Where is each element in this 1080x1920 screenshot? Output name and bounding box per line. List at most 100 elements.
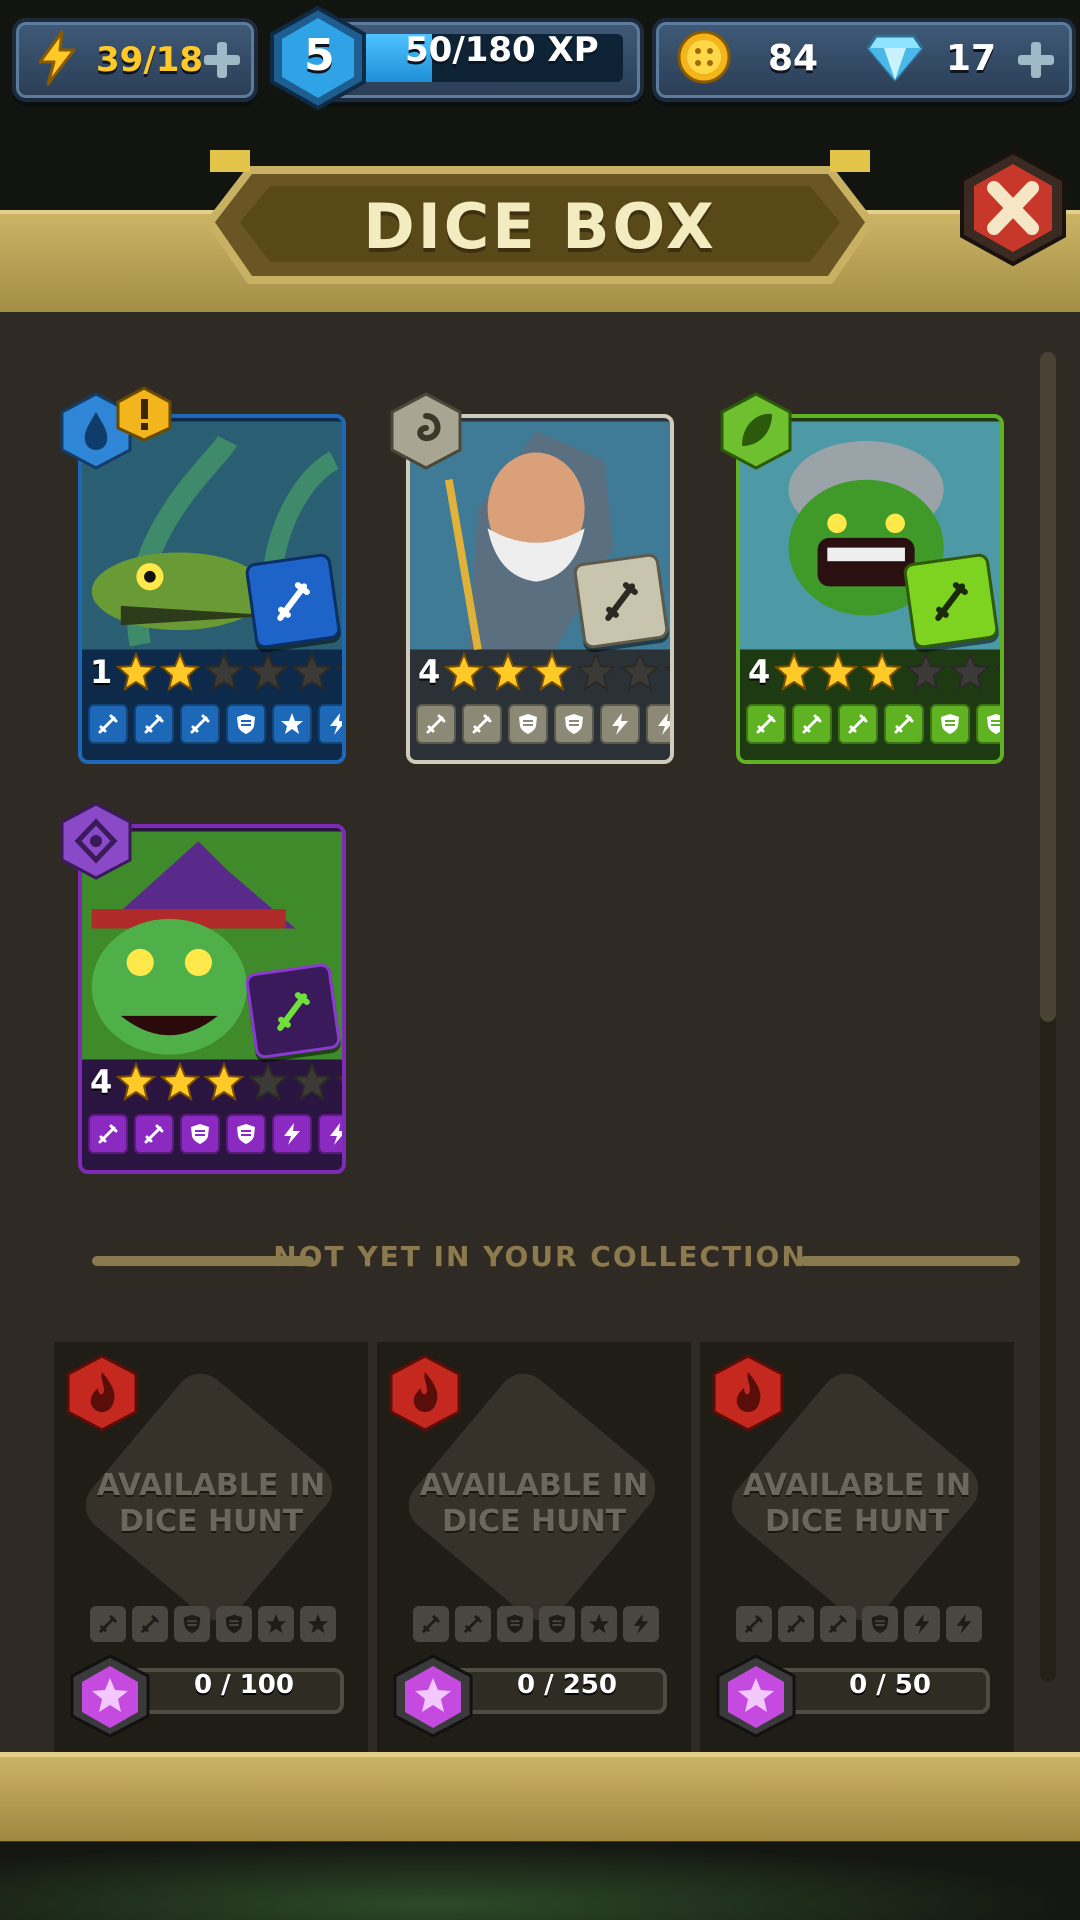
sword-face-icon bbox=[132, 1606, 168, 1642]
sword-face-icon bbox=[838, 704, 878, 744]
star-filled-icon bbox=[532, 652, 572, 692]
sword-face-icon bbox=[884, 704, 924, 744]
star-face-icon bbox=[272, 704, 312, 744]
shield-face-icon bbox=[226, 1114, 266, 1154]
air-element-icon bbox=[390, 392, 462, 470]
star-empty-icon bbox=[950, 652, 990, 692]
shield-face-icon bbox=[226, 704, 266, 744]
dice-level: 4 bbox=[748, 653, 771, 691]
level-number: 5 bbox=[304, 30, 335, 81]
close-button[interactable] bbox=[958, 150, 1068, 266]
sword-face-icon bbox=[455, 1606, 491, 1642]
fire-element-icon bbox=[712, 1354, 784, 1432]
gem-icon bbox=[866, 34, 924, 82]
arcane-element-icon bbox=[60, 802, 132, 880]
energy-value: 39/18 bbox=[96, 40, 204, 80]
star-empty-icon bbox=[248, 1062, 288, 1102]
bolt-face-icon bbox=[272, 1114, 312, 1154]
fire-element-icon bbox=[66, 1354, 138, 1432]
dice-faces bbox=[736, 1606, 982, 1642]
star-face-icon bbox=[258, 1606, 294, 1642]
shield-face-icon bbox=[930, 704, 970, 744]
dice-icon bbox=[902, 552, 1000, 650]
star-filled-icon bbox=[204, 1062, 244, 1102]
bolt-face-icon bbox=[600, 704, 640, 744]
not-in-collection-heading: NOT YET IN YOUR COLLECTION bbox=[273, 1240, 807, 1273]
bolt-face-icon bbox=[946, 1606, 982, 1642]
bolt-face-icon bbox=[646, 704, 670, 744]
xp-value: 50/180 XP bbox=[405, 30, 599, 70]
star-filled-icon bbox=[488, 652, 528, 692]
sword-face-icon bbox=[778, 1606, 814, 1642]
shard-count: 0 / 50 bbox=[849, 1670, 931, 1700]
star-empty-icon bbox=[204, 652, 244, 692]
locked-dice-card[interactable]: AVAILABLE IN DICE HUNT 0 / 50 bbox=[700, 1342, 1014, 1752]
star-empty-icon bbox=[248, 652, 288, 692]
add-energy-icon[interactable] bbox=[202, 40, 242, 80]
bolt-face-icon bbox=[623, 1606, 659, 1642]
shield-face-icon bbox=[508, 704, 548, 744]
star-empty-icon bbox=[906, 652, 946, 692]
shard-gem-icon bbox=[70, 1654, 150, 1738]
dice-icon bbox=[244, 962, 342, 1060]
dice-icon bbox=[572, 552, 670, 650]
dice-icon bbox=[244, 552, 342, 650]
star-empty-icon bbox=[292, 652, 332, 692]
shield-face-icon bbox=[216, 1606, 252, 1642]
footer-background bbox=[0, 1842, 1080, 1920]
locked-dice-card[interactable]: AVAILABLE IN DICE HUNT 0 / 250 bbox=[377, 1342, 691, 1752]
sword-face-icon bbox=[820, 1606, 856, 1642]
scrollbar-thumb[interactable] bbox=[1040, 352, 1056, 1022]
locked-dice-card[interactable]: AVAILABLE IN DICE HUNT 0 / 100 bbox=[54, 1342, 368, 1752]
shield-face-icon bbox=[554, 704, 594, 744]
shield-face-icon bbox=[174, 1606, 210, 1642]
dice-faces bbox=[88, 1114, 342, 1154]
star-filled-icon bbox=[444, 652, 484, 692]
dice-level: 4 bbox=[90, 1063, 113, 1101]
currency-pill[interactable]: 84 17 bbox=[652, 18, 1076, 102]
star-empty-icon bbox=[994, 665, 1000, 672]
sword-face-icon bbox=[462, 704, 502, 744]
shard-gem-icon bbox=[716, 1654, 796, 1738]
lightning-icon bbox=[38, 30, 76, 86]
locked-dice-label: AVAILABLE IN DICE HUNT bbox=[96, 1468, 326, 1539]
shield-face-icon bbox=[976, 704, 1000, 744]
dice-level: 4 bbox=[418, 653, 441, 691]
star-filled-icon bbox=[116, 1062, 156, 1102]
locked-dice-label: AVAILABLE IN DICE HUNT bbox=[742, 1468, 972, 1539]
locked-dice-label: AVAILABLE IN DICE HUNT bbox=[419, 1468, 649, 1539]
coins-value: 84 bbox=[768, 38, 819, 79]
sword-face-icon bbox=[736, 1606, 772, 1642]
shard-count: 0 / 100 bbox=[194, 1670, 294, 1700]
star-empty-icon bbox=[336, 1075, 342, 1082]
star-filled-icon bbox=[818, 652, 858, 692]
add-gems-icon[interactable] bbox=[1016, 40, 1056, 80]
coin-icon bbox=[677, 30, 731, 84]
star-filled-icon bbox=[862, 652, 902, 692]
sword-face-icon bbox=[134, 1114, 174, 1154]
star-filled-icon bbox=[160, 652, 200, 692]
sword-face-icon bbox=[413, 1606, 449, 1642]
star-empty-icon bbox=[336, 665, 342, 672]
sword-face-icon bbox=[746, 704, 786, 744]
star-empty-icon bbox=[664, 665, 670, 672]
bolt-face-icon bbox=[318, 1114, 342, 1154]
star-face-icon bbox=[300, 1606, 336, 1642]
dice-level-stars: 1 bbox=[90, 650, 342, 694]
dice-faces bbox=[416, 704, 670, 744]
star-filled-icon bbox=[774, 652, 814, 692]
shield-face-icon bbox=[862, 1606, 898, 1642]
footer-plank bbox=[0, 1752, 1080, 1847]
shield-face-icon bbox=[180, 1114, 220, 1154]
energy-pill[interactable]: 39/18 bbox=[12, 18, 258, 102]
sword-face-icon bbox=[792, 704, 832, 744]
sword-face-icon bbox=[416, 704, 456, 744]
dice-level-stars: 4 bbox=[748, 650, 1000, 694]
star-empty-icon bbox=[620, 652, 660, 692]
bolt-face-icon bbox=[318, 704, 342, 744]
dice-faces bbox=[413, 1606, 659, 1642]
sword-face-icon bbox=[90, 1606, 126, 1642]
divider-line-right bbox=[800, 1256, 1020, 1266]
leaf-element-icon bbox=[720, 392, 792, 470]
sword-face-icon bbox=[180, 704, 220, 744]
